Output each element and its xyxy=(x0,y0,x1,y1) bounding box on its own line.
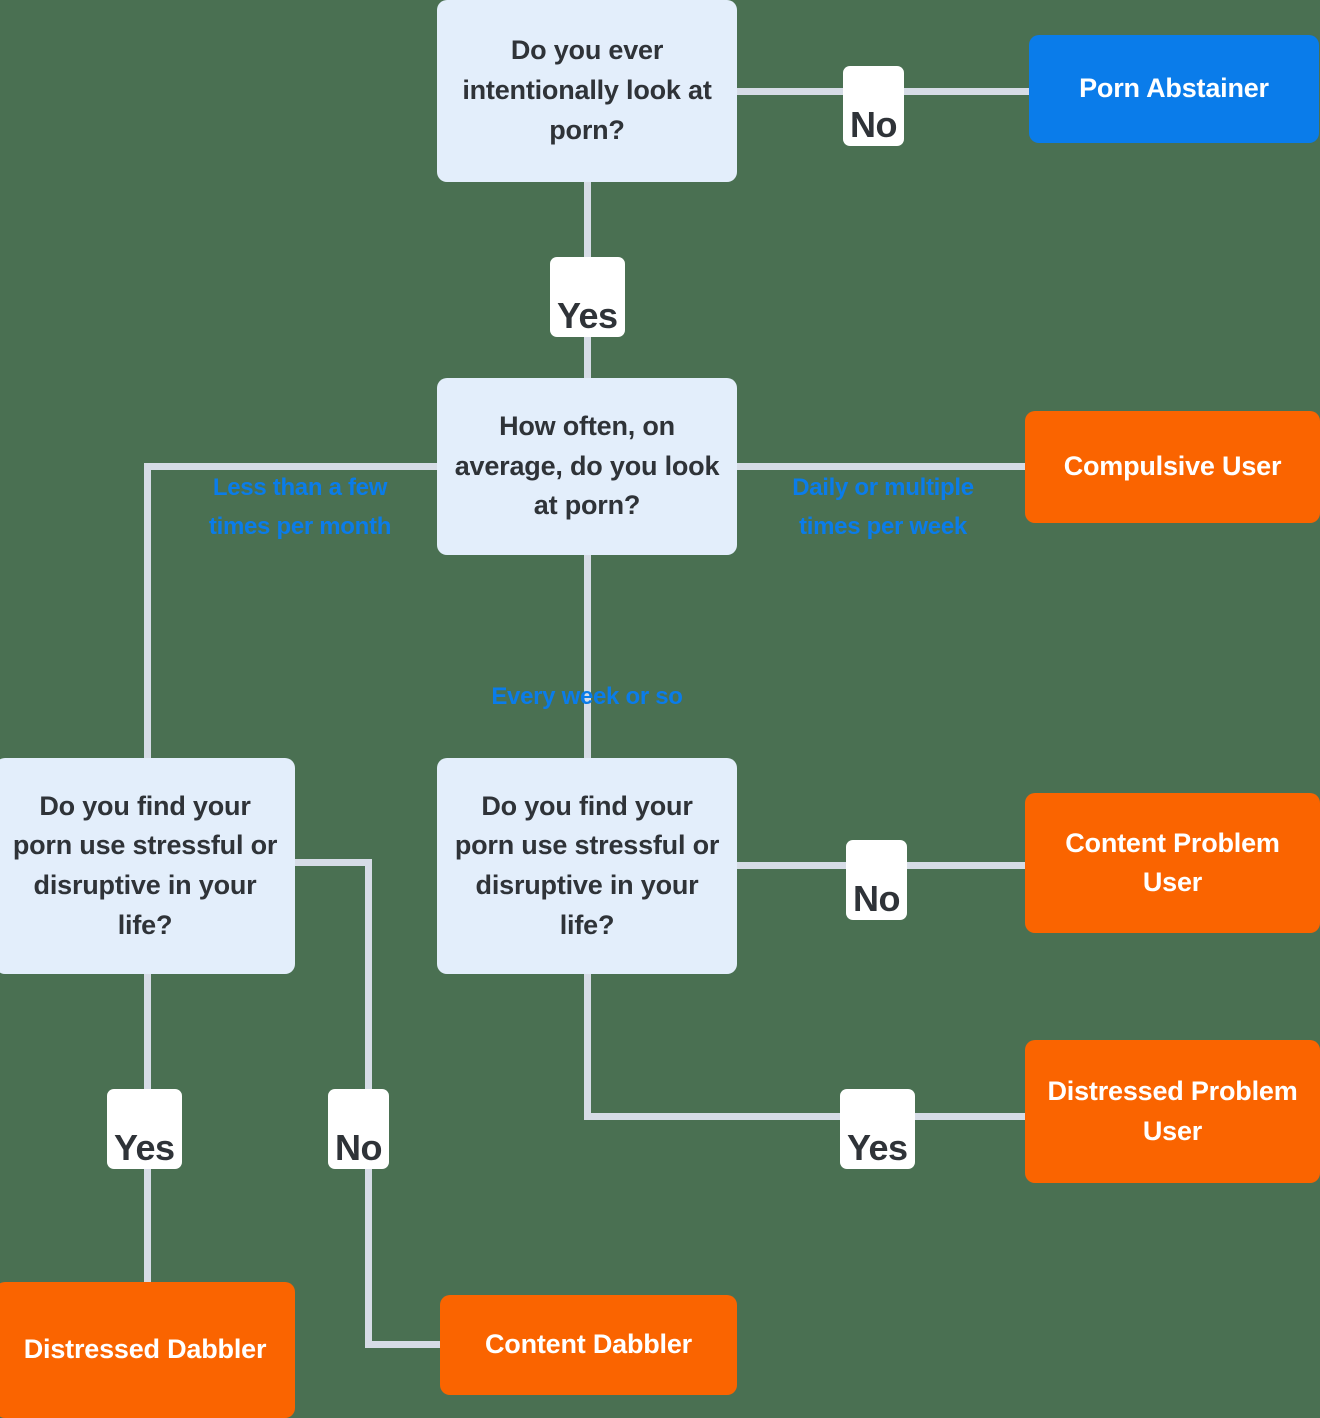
edge-label-every-week-or-so: Every week or so xyxy=(461,637,713,716)
question-text: How often, on average, do you look at po… xyxy=(454,410,720,521)
question-do-you-ever-look-at-porn[interactable]: Do you ever intentionally look at porn? xyxy=(437,0,737,182)
edge-label-text: Yes xyxy=(847,1126,908,1168)
edge-label-no-content-problem: No xyxy=(846,840,907,920)
connector-q4-to-distressed-problem-h xyxy=(584,1113,1033,1120)
edge-label-yes-distressed-dabbler: Yes xyxy=(107,1089,182,1169)
connector-q4-to-distressed-problem-v xyxy=(584,972,591,1120)
outcome-distressed-dabbler[interactable]: Distressed Dabbler xyxy=(0,1282,295,1418)
outcome-porn-abstainer[interactable]: Porn Abstainer xyxy=(1029,35,1319,143)
edge-label-daily-or-multiple-times-per-week: Daily or multiple times per week xyxy=(764,428,1002,547)
outcome-label: Content Problem User xyxy=(1065,827,1280,897)
question-stressful-or-disruptive-left[interactable]: Do you find your porn use stressful or d… xyxy=(0,758,295,974)
edge-label-text: No xyxy=(335,1126,383,1168)
flowchart-canvas: Do you ever intentionally look at porn? … xyxy=(0,0,1320,1418)
edge-label-no-abstainer: No xyxy=(843,66,904,146)
edge-label-yes-how-often: Yes xyxy=(550,257,625,337)
connector-q3-to-content-dabbler-h1 xyxy=(293,859,372,866)
edge-label-yes-distressed-problem: Yes xyxy=(840,1089,915,1169)
outcome-compulsive-user[interactable]: Compulsive User xyxy=(1025,411,1320,523)
outcome-content-problem-user[interactable]: Content Problem User xyxy=(1025,793,1320,933)
edge-label-text: Less than a few times per month xyxy=(208,473,392,541)
outcome-label: Distressed Problem User xyxy=(1047,1076,1298,1146)
edge-label-text: Every week or so xyxy=(491,682,683,710)
edge-label-text: Yes xyxy=(557,294,618,336)
outcome-label: Porn Abstainer xyxy=(1079,73,1269,104)
connector-q3-to-content-dabbler-h2 xyxy=(365,1341,445,1348)
outcome-distressed-problem-user[interactable]: Distressed Problem User xyxy=(1025,1040,1320,1183)
outcome-label: Content Dabbler xyxy=(484,1329,692,1360)
edge-label-text: No xyxy=(850,103,898,145)
outcome-content-dabbler[interactable]: Content Dabbler xyxy=(440,1295,737,1395)
question-stressful-or-disruptive-middle[interactable]: Do you find your porn use stressful or d… xyxy=(437,758,737,974)
connector-q2-to-left-branch-v xyxy=(144,463,151,760)
edge-label-text: Daily or multiple times per week xyxy=(792,473,974,541)
outcome-label: Compulsive User xyxy=(1063,451,1282,482)
edge-label-text: Yes xyxy=(114,1126,175,1168)
edge-label-text: No xyxy=(853,877,901,919)
edge-label-no-content-dabbler: No xyxy=(328,1089,389,1169)
edge-label-less-than-a-few-times-per-month: Less than a few times per month xyxy=(176,428,424,547)
question-text: Do you find your porn use stressful or d… xyxy=(12,790,278,940)
question-how-often-do-you-look-at-porn[interactable]: How often, on average, do you look at po… xyxy=(437,378,737,555)
question-text: Do you find your porn use stressful or d… xyxy=(454,790,720,940)
outcome-label: Distressed Dabbler xyxy=(23,1334,267,1365)
question-text: Do you ever intentionally look at porn? xyxy=(462,35,712,145)
